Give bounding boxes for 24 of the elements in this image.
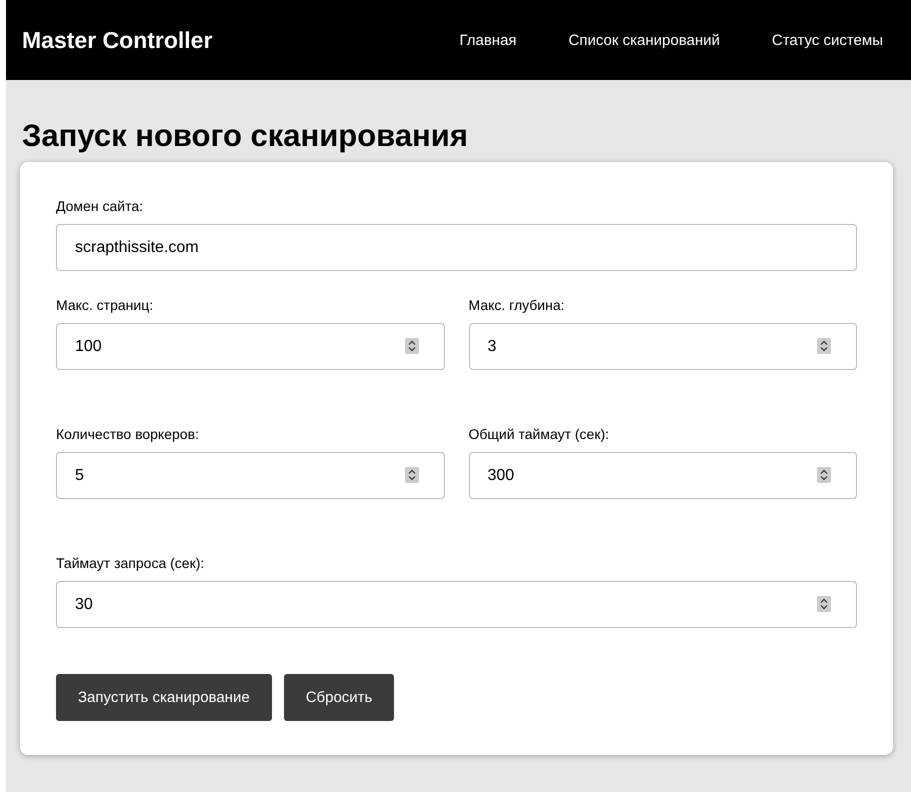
field-label: Количество воркеров: — [56, 426, 200, 442]
input-field[interactable]: 30 — [56, 581, 857, 628]
start-button[interactable]: Запустить сканирование — [56, 674, 272, 721]
spinner-icon[interactable] — [404, 467, 418, 483]
field-label: Таймаут запроса (сек): — [56, 555, 206, 571]
spinner-icon[interactable] — [817, 467, 831, 483]
input-field[interactable]: 100 — [56, 323, 444, 370]
nav-link[interactable]: Статус системы — [772, 32, 883, 48]
page-title: Запуск нового сканирования — [22, 118, 469, 154]
spinner-icon[interactable] — [817, 338, 831, 354]
brand-title: Master Controller — [22, 26, 214, 54]
spinner-icon[interactable] — [404, 338, 418, 354]
field-label: Домен сайта: — [56, 198, 144, 214]
nav-link[interactable]: Главная — [459, 32, 517, 48]
input-field[interactable]: 3 — [468, 323, 857, 370]
reset-button[interactable]: Сбросить — [284, 674, 394, 721]
field-label: Макс. глубина: — [468, 297, 566, 313]
field-label: Общий таймаут (сек): — [468, 426, 610, 442]
field-label: Макс. страниц: — [56, 297, 154, 313]
input-field[interactable]: 300 — [468, 452, 857, 499]
input-field[interactable]: 5 — [56, 452, 444, 499]
nav-link[interactable]: Список сканирований — [568, 32, 720, 48]
input-field[interactable]: scrapthissite.com — [56, 224, 857, 271]
spinner-icon[interactable] — [817, 596, 831, 612]
